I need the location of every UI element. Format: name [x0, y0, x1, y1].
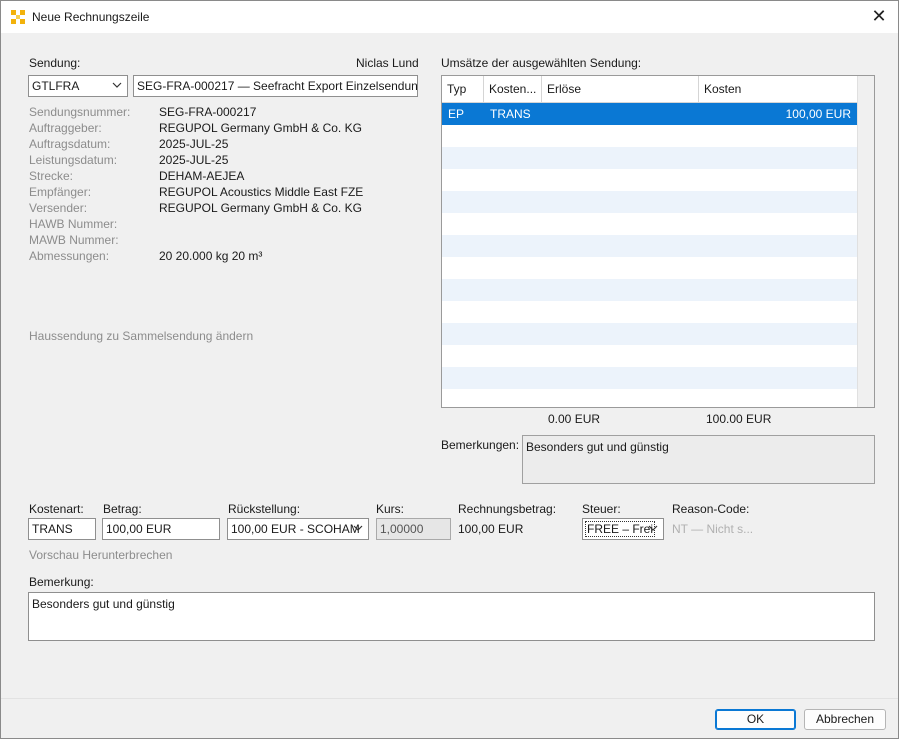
kostenart-label: Kostenart:	[29, 502, 84, 516]
empty-row	[442, 147, 857, 169]
shipment-label: Sendung:	[29, 56, 81, 70]
column-header-erloese[interactable]: Erlöse	[542, 76, 699, 103]
empty-row	[442, 169, 857, 191]
station-select[interactable]: GTLFRA	[28, 75, 128, 97]
close-icon[interactable]: ✕	[868, 5, 890, 27]
user-name: Niclas Lund	[356, 56, 419, 70]
cancel-button[interactable]: Abbrechen	[804, 709, 886, 730]
detail-label: Abmessungen:	[29, 249, 110, 263]
rueckstellung-select[interactable]: 100,00 EUR - SCOHAM	[227, 518, 369, 540]
total-erloese: 0.00 EUR	[548, 412, 601, 426]
empty-row	[442, 257, 857, 279]
detail-label: Empfänger:	[29, 185, 92, 199]
window-title: Neue Rechnungszeile	[32, 10, 150, 24]
empty-row	[442, 235, 857, 257]
betrag-value: 100,00 EUR	[106, 522, 172, 536]
empty-row	[442, 301, 857, 323]
betrag-label: Betrag:	[103, 502, 142, 516]
detail-label: Auftragsdatum:	[29, 137, 111, 151]
empty-row	[442, 367, 857, 389]
detail-label: Sendungsnummer:	[29, 105, 131, 119]
bemerkung-textarea[interactable]: Besonders gut und günstig	[28, 592, 875, 641]
column-header-typ[interactable]: Typ	[442, 76, 484, 103]
rueckstellung-label: Rückstellung:	[228, 502, 301, 516]
kurs-value: 1,00000	[380, 522, 424, 536]
empty-row	[442, 125, 857, 147]
cell-kostenart: TRANS	[490, 107, 531, 121]
empty-row	[442, 279, 857, 301]
table-header: Typ Kosten... Erlöse Kosten	[442, 76, 857, 103]
rueckstellung-value: 100,00 EUR - SCOHAM	[231, 522, 360, 536]
dialog-window: Neue Rechnungszeile ✕ Sendung: Niclas Lu…	[0, 0, 899, 739]
remarks-value: Besonders gut und günstig	[526, 440, 669, 454]
empty-row	[442, 345, 857, 367]
chevron-down-icon	[353, 525, 363, 531]
empty-row	[442, 389, 857, 407]
table-row[interactable]: EP TRANS 100,00 EUR	[442, 103, 857, 125]
rechnungsbetrag-label: Rechnungsbetrag:	[458, 502, 557, 516]
title-bar: Neue Rechnungszeile ✕	[1, 1, 898, 33]
steuer-value: FREE – Frei	[584, 521, 656, 537]
button-bar: OK Abbrechen	[1, 698, 898, 738]
station-select-value: GTLFRA	[32, 79, 80, 93]
detail-value: DEHAM-AEJEA	[159, 169, 245, 183]
reason-code-value[interactable]: NT — Nicht s...	[672, 522, 753, 536]
detail-value: 2025-JUL-25	[159, 137, 229, 151]
kostenart-input[interactable]: TRANS	[28, 518, 96, 540]
detail-label: Auftraggeber:	[29, 121, 102, 135]
empty-row	[442, 323, 857, 345]
change-to-consolidation-link[interactable]: Haussendung zu Sammelsendung ändern	[29, 329, 253, 343]
shipment-field[interactable]: SEG-FRA-000217 — Seefracht Export Einzel…	[133, 75, 418, 97]
detail-label: MAWB Nummer:	[29, 233, 119, 247]
column-header-kostenart[interactable]: Kosten...	[484, 76, 542, 103]
detail-value: REGUPOL Germany GmbH & Co. KG	[159, 201, 362, 215]
kurs-label: Kurs:	[376, 502, 405, 516]
remarks-field: Besonders gut und günstig	[522, 435, 875, 484]
cell-kosten: 100,00 EUR	[785, 107, 851, 121]
chevron-down-icon	[112, 82, 122, 88]
betrag-input[interactable]: 100,00 EUR	[102, 518, 220, 540]
total-kosten: 100.00 EUR	[706, 412, 772, 426]
detail-value: REGUPOL Germany GmbH & Co. KG	[159, 121, 362, 135]
turnover-table[interactable]: Typ Kosten... Erlöse Kosten EP TRANS 100…	[441, 75, 875, 408]
detail-value: SEG-FRA-000217	[159, 105, 257, 119]
detail-label: Versender:	[29, 201, 88, 215]
detail-label: Leistungsdatum:	[29, 153, 118, 167]
kostenart-value: TRANS	[32, 522, 73, 536]
empty-row	[442, 191, 857, 213]
rechnungsbetrag-value: 100,00 EUR	[458, 522, 524, 536]
preview-breakdown-link[interactable]: Vorschau Herunterbrechen	[29, 548, 172, 562]
detail-label: Strecke:	[29, 169, 74, 183]
remarks-label: Bemerkungen:	[441, 438, 520, 452]
steuer-label: Steuer:	[582, 502, 621, 516]
turnover-label: Umsätze der ausgewählten Sendung:	[441, 56, 642, 70]
detail-value: 2025-JUL-25	[159, 153, 229, 167]
bemerkung-label: Bemerkung:	[29, 575, 94, 589]
vertical-scrollbar[interactable]	[857, 76, 874, 407]
detail-label: HAWB Nummer:	[29, 217, 118, 231]
reason-code-label: Reason-Code:	[672, 502, 750, 516]
ok-button[interactable]: OK	[715, 709, 796, 730]
detail-value: REGUPOL Acoustics Middle East FZE	[159, 185, 364, 199]
empty-row	[442, 213, 857, 235]
kurs-input: 1,00000	[376, 518, 451, 540]
column-header-kosten[interactable]: Kosten	[699, 76, 857, 103]
steuer-select[interactable]: FREE – Frei	[582, 518, 664, 540]
shipment-field-value: SEG-FRA-000217 — Seefracht Export Einzel…	[137, 79, 418, 93]
detail-value: 20 20.000 kg 20 m³	[159, 249, 263, 263]
chevron-down-icon	[648, 525, 658, 531]
app-logo-icon	[11, 10, 25, 24]
cell-typ: EP	[448, 107, 465, 121]
bemerkung-value: Besonders gut und günstig	[32, 597, 175, 611]
